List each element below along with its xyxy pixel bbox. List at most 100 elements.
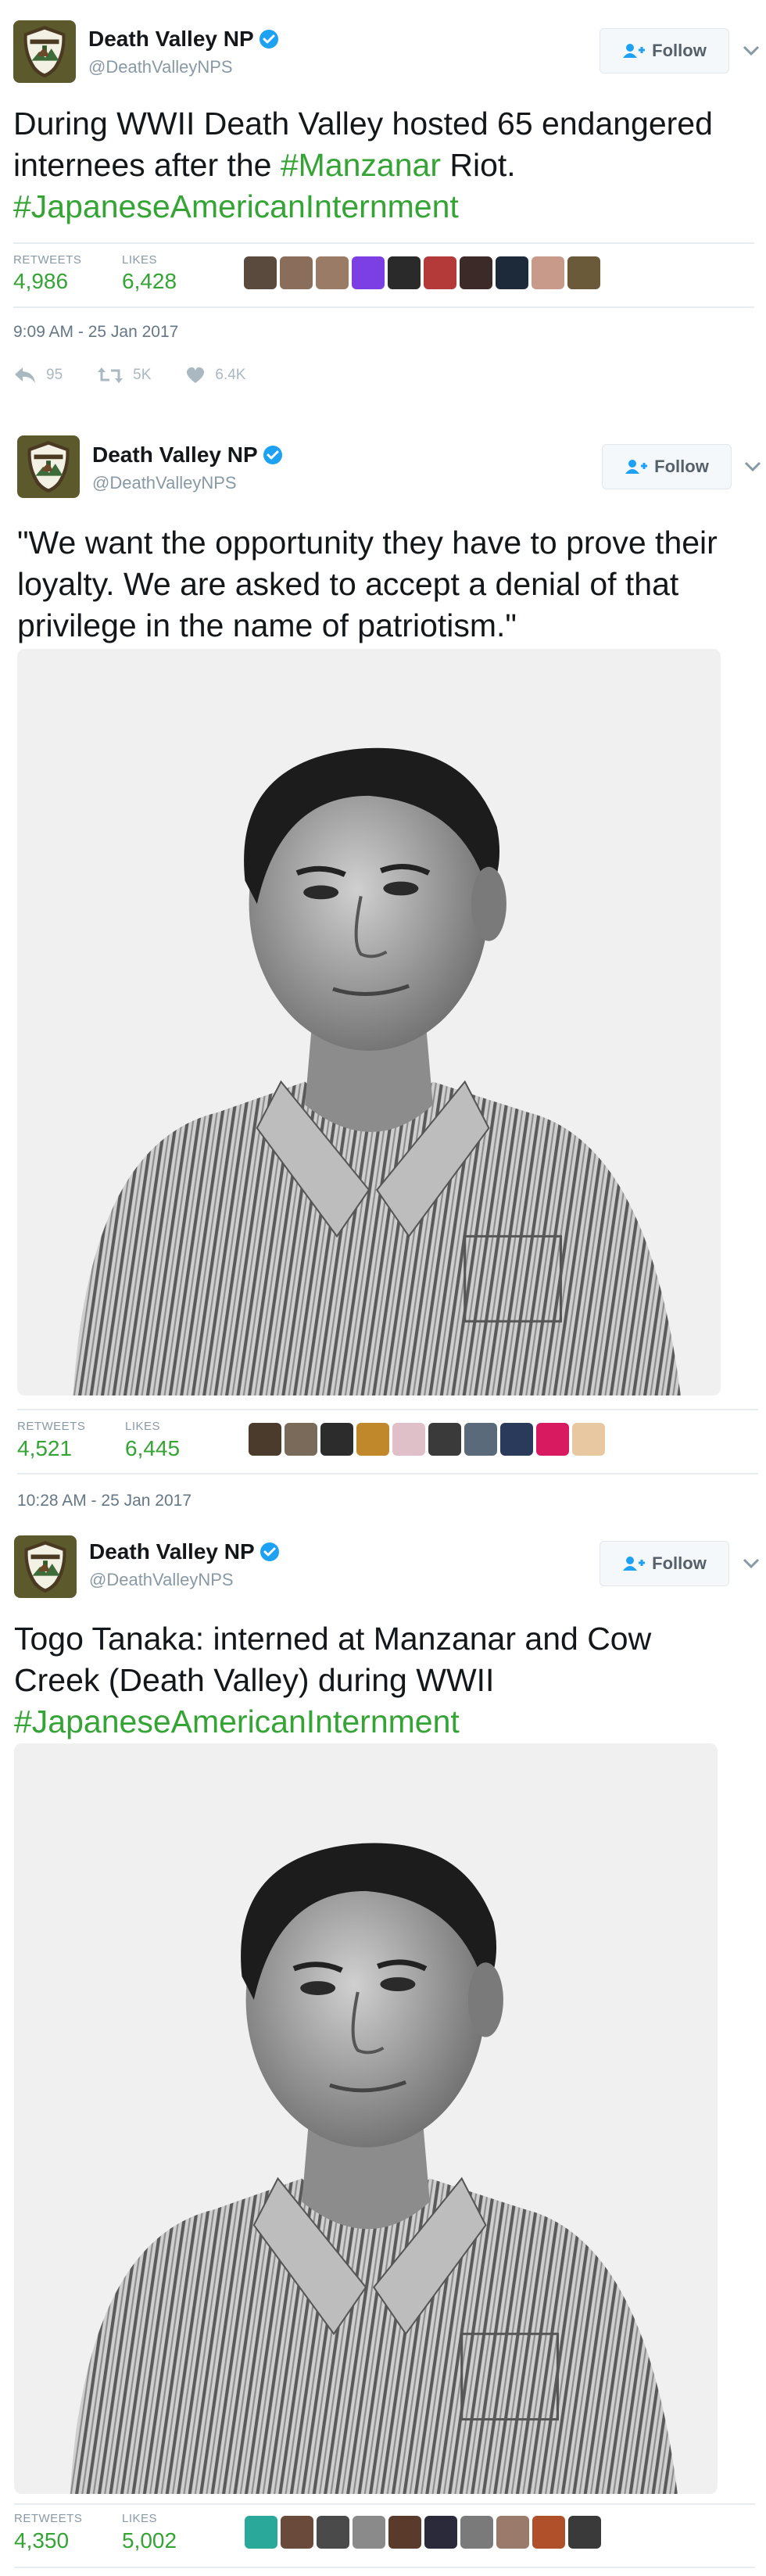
divider	[13, 242, 754, 244]
tweet-timestamp[interactable]: 10:28 AM - 25 Jan 2017	[17, 1492, 192, 1510]
liker-avatar[interactable]	[285, 1423, 317, 1456]
likes-count[interactable]: 6,445	[125, 1436, 180, 1461]
liker-avatar[interactable]	[245, 2516, 277, 2549]
follow-button[interactable]: Follow	[600, 28, 729, 73]
nps-arrowhead-icon	[27, 440, 70, 493]
retweet-button[interactable]: 5K	[97, 366, 151, 385]
likes-label: LIKES	[122, 2512, 158, 2525]
retweets-label: RETWEETS	[17, 1420, 86, 1433]
like-button[interactable]: 6.4K	[185, 366, 245, 385]
tweet-photo[interactable]	[14, 1743, 718, 2494]
liker-avatar[interactable]	[460, 2516, 493, 2549]
liker-avatar[interactable]	[567, 256, 600, 289]
author-avatar[interactable]	[17, 435, 80, 498]
divider	[17, 1409, 758, 1410]
liker-avatar[interactable]	[460, 256, 492, 289]
divider	[13, 306, 754, 308]
follow-label: Follow	[652, 1553, 707, 1573]
liker-avatars	[249, 1423, 605, 1456]
liker-avatar[interactable]	[249, 1423, 281, 1456]
liker-avatar[interactable]	[424, 2516, 457, 2549]
hashtag-manzanar[interactable]: #Manzanar	[281, 147, 441, 183]
liker-avatar[interactable]	[388, 2516, 421, 2549]
tweet-actions: 95 5K 6.4K	[13, 366, 280, 385]
retweets-label: RETWEETS	[14, 2512, 83, 2525]
liker-avatar[interactable]	[568, 2516, 601, 2549]
heart-icon	[187, 367, 205, 383]
author-name[interactable]: Death Valley NP	[92, 442, 283, 468]
portrait-photo	[17, 649, 721, 1395]
divider	[14, 2503, 755, 2505]
liker-avatar[interactable]	[532, 2516, 565, 2549]
like-count: 6.4K	[215, 367, 246, 383]
liker-avatar[interactable]	[316, 256, 349, 289]
tweet-photo[interactable]	[17, 649, 721, 1395]
author-handle[interactable]: @DeathValleyNPS	[89, 1570, 234, 1590]
author-avatar[interactable]	[14, 1535, 77, 1598]
author-avatar[interactable]	[13, 20, 76, 83]
liker-avatar[interactable]	[244, 256, 277, 289]
retweets-count[interactable]: 4,350	[14, 2528, 69, 2553]
hashtag-japanese-american-internment[interactable]: #JapaneseAmericanInternment	[13, 188, 459, 224]
nps-arrowhead-icon	[23, 25, 66, 78]
follow-button[interactable]: Follow	[600, 1541, 729, 1586]
follow-label: Follow	[652, 41, 707, 60]
portrait-photo	[14, 1743, 718, 2494]
text-segment: Riot.	[441, 147, 516, 183]
liker-avatar[interactable]	[281, 2516, 313, 2549]
nps-arrowhead-icon	[24, 1540, 66, 1593]
author-name[interactable]: Death Valley NP	[88, 27, 279, 52]
retweets-count[interactable]: 4,986	[13, 269, 68, 294]
follow-button[interactable]: Follow	[602, 444, 732, 489]
verified-badge-icon	[259, 1542, 280, 1562]
liker-avatar[interactable]	[352, 256, 385, 289]
likes-label: LIKES	[125, 1420, 161, 1433]
divider	[14, 2567, 755, 2568]
liker-avatar[interactable]	[353, 2516, 385, 2549]
liker-avatars	[244, 256, 600, 289]
tweet-text: "We want the opportunity they have to pr…	[17, 525, 718, 643]
liker-avatar[interactable]	[572, 1423, 605, 1456]
retweet-icon	[98, 367, 123, 383]
tweet-2: Death Valley NP @DeathValleyNPS Follow "…	[0, 428, 766, 1523]
liker-avatar[interactable]	[500, 1423, 533, 1456]
retweet-count: 5K	[133, 367, 152, 383]
liker-avatar[interactable]	[320, 1423, 353, 1456]
liker-avatar[interactable]	[392, 1423, 425, 1456]
retweets-label: RETWEETS	[13, 253, 82, 267]
verified-badge-icon	[262, 445, 283, 465]
author-handle[interactable]: @DeathValleyNPS	[88, 57, 233, 77]
author-handle[interactable]: @DeathValleyNPS	[92, 473, 237, 493]
liker-avatar[interactable]	[464, 1423, 497, 1456]
divider	[17, 1473, 758, 1474]
liker-avatar[interactable]	[356, 1423, 389, 1456]
hashtag-japanese-american-internment[interactable]: #JapaneseAmericanInternment	[14, 1704, 460, 1739]
add-user-icon	[623, 1557, 646, 1571]
liker-avatar[interactable]	[424, 256, 456, 289]
chevron-down-icon[interactable]	[744, 461, 761, 472]
likes-count[interactable]: 5,002	[122, 2528, 177, 2553]
add-user-icon	[625, 460, 648, 474]
liker-avatar[interactable]	[280, 256, 313, 289]
tweet-3: Death Valley NP @DeathValleyNPS Follow T…	[0, 1528, 766, 2576]
reply-button[interactable]: 95	[13, 366, 63, 385]
liker-avatar[interactable]	[317, 2516, 349, 2549]
liker-avatar[interactable]	[428, 1423, 461, 1456]
chevron-down-icon[interactable]	[743, 45, 760, 56]
liker-avatar[interactable]	[536, 1423, 569, 1456]
text-segment: Togo Tanaka: interned at Manzanar and Co…	[14, 1621, 652, 1698]
retweets-count[interactable]: 4,521	[17, 1436, 72, 1461]
likes-count[interactable]: 6,428	[122, 269, 177, 294]
verified-badge-icon	[258, 29, 279, 49]
chevron-down-icon[interactable]	[743, 1558, 760, 1569]
liker-avatar[interactable]	[496, 2516, 529, 2549]
liker-avatar[interactable]	[496, 256, 528, 289]
add-user-icon	[623, 44, 646, 58]
reply-count: 95	[46, 367, 63, 383]
liker-avatar[interactable]	[532, 256, 564, 289]
tweet-timestamp[interactable]: 9:09 AM - 25 Jan 2017	[13, 323, 178, 342]
follow-label: Follow	[654, 457, 709, 476]
tweet-1: Death Valley NP @DeathValleyNPS Follow D…	[0, 0, 766, 414]
liker-avatar[interactable]	[388, 256, 421, 289]
author-name[interactable]: Death Valley NP	[89, 1539, 280, 1564]
